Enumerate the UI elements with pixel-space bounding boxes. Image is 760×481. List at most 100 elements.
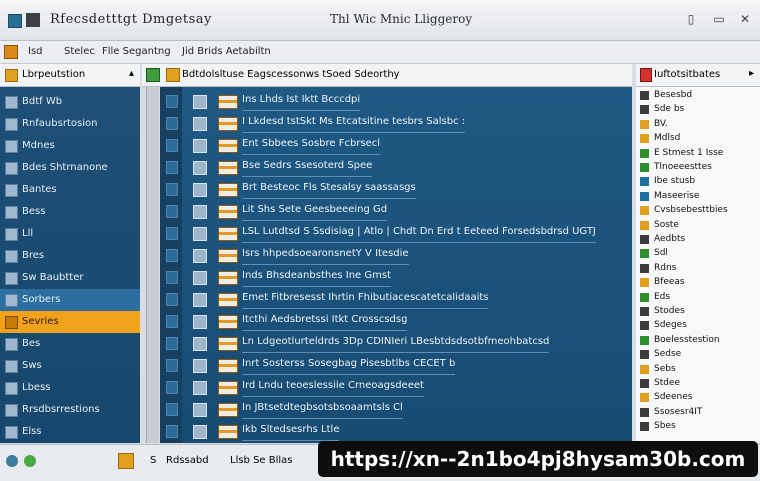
- sidebar-item[interactable]: Rrsdbsrrestions: [0, 399, 140, 421]
- list-item[interactable]: Sdeenes: [636, 391, 760, 405]
- list-item[interactable]: Ssosesr4IT: [636, 406, 760, 420]
- minimize-button[interactable]: ▯: [684, 11, 698, 27]
- sidebar-item[interactable]: Bantes: [0, 179, 140, 201]
- sidebar-item[interactable]: Mdnes: [0, 135, 140, 157]
- row-checkbox[interactable]: [193, 205, 207, 219]
- sidebar-item[interactable]: Bess: [0, 201, 140, 223]
- select-all-checkbox[interactable]: [146, 68, 160, 82]
- list-item[interactable]: Sebs: [636, 363, 760, 377]
- list-item[interactable]: Ibe stusb: [636, 175, 760, 189]
- table-row[interactable]: Bse Sedrs Ssesoterd Spee: [160, 155, 632, 178]
- list-item[interactable]: Boelesstestion: [636, 334, 760, 348]
- table-row[interactable]: Ird Lndu teoeslessiie Crneoagsdeeet: [160, 375, 632, 398]
- menu-item[interactable]: Isd: [28, 46, 43, 57]
- row-checkbox[interactable]: [193, 425, 207, 439]
- item-icon: [640, 422, 649, 432]
- sidebar-item[interactable]: Bes: [0, 333, 140, 355]
- table-row[interactable]: I Lkdesd tstSkt Ms Etcatsitine tesbrs Sa…: [160, 111, 632, 134]
- row-checkbox[interactable]: [193, 271, 207, 285]
- table-row[interactable]: LSL Lutdtsd S Ssdisiag | Atlo | Chdt Dn …: [160, 221, 632, 244]
- table-row[interactable]: Isrs hhpedsoearonsnetY V Itesdie: [160, 243, 632, 266]
- row-checkbox[interactable]: [193, 249, 207, 263]
- list-item[interactable]: Eds: [636, 291, 760, 305]
- status-folder-icon[interactable]: [118, 453, 134, 469]
- status-globe-icon[interactable]: [6, 455, 18, 467]
- row-text: LSL Lutdtsd S Ssdisiag | Atlo | Chdt Dn …: [242, 226, 596, 237]
- sidebar-item[interactable]: Lll: [0, 223, 140, 245]
- list-item[interactable]: Cvsbsebesttbies: [636, 204, 760, 218]
- sidebar-item[interactable]: Sws: [0, 355, 140, 377]
- list-item[interactable]: Tlnoeeesttes: [636, 161, 760, 175]
- list-item[interactable]: Stdee: [636, 377, 760, 391]
- list-item[interactable]: Aedbts: [636, 233, 760, 247]
- sidebar-item[interactable]: Sw Baubtter: [0, 267, 140, 289]
- list-item[interactable]: Sdeges: [636, 319, 760, 333]
- row-checkbox[interactable]: [193, 227, 207, 241]
- list-item[interactable]: BV.: [636, 118, 760, 132]
- list-item-label: Sdl: [654, 248, 668, 259]
- right-panel-header[interactable]: Iuftotsitbates ▸: [636, 64, 760, 87]
- table-row[interactable]: Lit Shs Sete Geesbeeeing Gd: [160, 199, 632, 222]
- list-item[interactable]: Besesbd: [636, 89, 760, 103]
- table-row[interactable]: Inrt Sosterss Sosegbag Pisesbtlbs CECET …: [160, 353, 632, 376]
- list-item[interactable]: Sdl: [636, 247, 760, 261]
- table-row[interactable]: In JBtsetdtegbsotsbsoaamtsls Cl: [160, 397, 632, 420]
- table-row[interactable]: Brt Besteoc Fls Stesalsy saassasgs: [160, 177, 632, 200]
- row-checkbox[interactable]: [193, 359, 207, 373]
- list-item-label: Sebs: [654, 363, 676, 374]
- row-checkbox[interactable]: [193, 139, 207, 153]
- menu-item[interactable]: Jid Brids Aetabiltn: [182, 46, 271, 57]
- sidebar-item[interactable]: Lbess: [0, 377, 140, 399]
- status-ok-icon[interactable]: [24, 455, 36, 467]
- app-icon: [8, 14, 22, 28]
- list-item[interactable]: Stodes: [636, 305, 760, 319]
- row-checkbox[interactable]: [193, 95, 207, 109]
- table-row[interactable]: Ins Lhds Ist Iktt Bcccdpi: [160, 89, 632, 112]
- sidebar-header[interactable]: Lbrpeutstion ▴: [0, 64, 140, 87]
- row-checkbox[interactable]: [193, 381, 207, 395]
- row-checkbox[interactable]: [193, 117, 207, 131]
- table-row[interactable]: Itcthi Aedsbretssi Itkt Crosscsdsg: [160, 309, 632, 332]
- chevron-right-icon[interactable]: ▸: [749, 68, 754, 79]
- list-item[interactable]: Rdns: [636, 262, 760, 276]
- list-item[interactable]: Mdlsd: [636, 132, 760, 146]
- row-checkbox[interactable]: [193, 183, 207, 197]
- sidebar-item[interactable]: Sorbers: [0, 289, 140, 311]
- sidebar-item[interactable]: Bdes Shtrnanone: [0, 157, 140, 179]
- window-menu-icon[interactable]: [26, 13, 40, 27]
- chevron-up-icon[interactable]: ▴: [129, 68, 134, 79]
- sidebar-item[interactable]: Sevries: [0, 311, 140, 333]
- list-item-label: Rdns: [654, 262, 677, 273]
- row-marker: [166, 271, 178, 284]
- list-item[interactable]: Sde bs: [636, 103, 760, 117]
- row-checkbox[interactable]: [193, 315, 207, 329]
- sidebar-item[interactable]: Bres: [0, 245, 140, 267]
- table-row[interactable]: Inds Bhsdeanbsthes Ine Gmst: [160, 265, 632, 288]
- list-item[interactable]: E Stmest 1 Isse: [636, 147, 760, 161]
- row-checkbox[interactable]: [193, 337, 207, 351]
- row-checkbox[interactable]: [193, 403, 207, 417]
- table-row[interactable]: Ikb Sltedsesrhs Ltle: [160, 419, 632, 442]
- list-item[interactable]: Maseerise: [636, 190, 760, 204]
- vertical-scrollbar[interactable]: [146, 87, 159, 443]
- list-item[interactable]: Bfeeas: [636, 276, 760, 290]
- list-item[interactable]: Soste: [636, 219, 760, 233]
- maximize-button[interactable]: ▭: [712, 11, 726, 27]
- sidebar-item[interactable]: Bdtf Wb: [0, 91, 140, 113]
- menu-item[interactable]: Stelec: [64, 46, 95, 57]
- file-icon: [218, 183, 238, 197]
- sidebar-item[interactable]: Elss: [0, 421, 140, 443]
- table-row[interactable]: Ent Sbbees Sosbre Fcbrsecl: [160, 133, 632, 156]
- menu-item[interactable]: Flle Segantng: [102, 46, 171, 57]
- row-text: Ins Lhds Ist Iktt Bcccdpi: [242, 94, 361, 105]
- close-button[interactable]: ✕: [738, 11, 752, 27]
- row-checkbox[interactable]: [193, 293, 207, 307]
- sidebar-item[interactable]: Rnfaubsrtosion: [0, 113, 140, 135]
- table-row[interactable]: Ln Ldgeotlurteldrds 3Dp CDINIeri LBesbtd…: [160, 331, 632, 354]
- list-item[interactable]: Sedse: [636, 348, 760, 362]
- table-row[interactable]: Emet Fitbresesst Ihrtin Fhibutiacescatet…: [160, 287, 632, 310]
- file-icon: [218, 425, 238, 439]
- list-item[interactable]: Sbes: [636, 420, 760, 434]
- item-icon: [640, 105, 649, 115]
- row-checkbox[interactable]: [193, 161, 207, 175]
